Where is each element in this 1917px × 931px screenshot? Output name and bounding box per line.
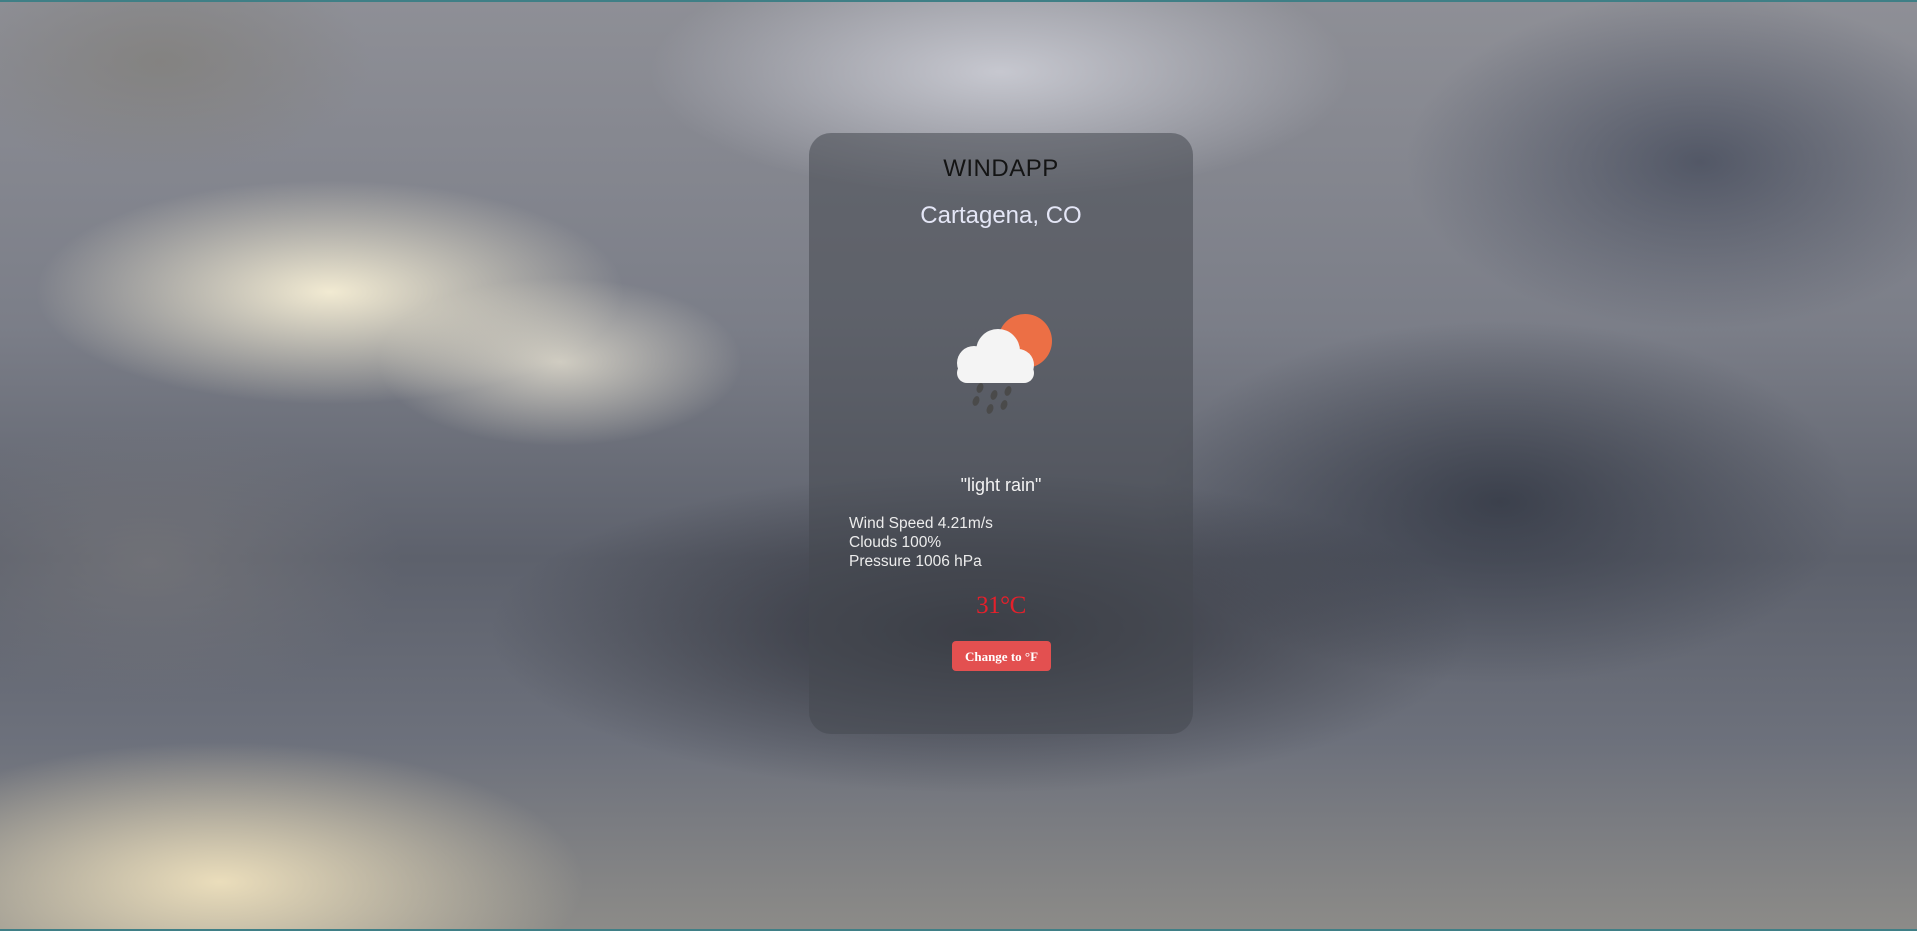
pressure: Pressure 1006 hPa <box>849 553 982 570</box>
city-name: Cartagena, CO <box>920 202 1082 229</box>
clouds: Clouds 100% <box>849 534 942 551</box>
weather-details: Wind Speed 4.21m/s Clouds 100% Pressure … <box>849 514 993 571</box>
weather-description: "light rain" <box>960 475 1042 495</box>
wind-speed: Wind Speed 4.21m/s <box>849 515 993 532</box>
cloud-sun-rain-icon <box>957 314 1052 414</box>
weather-card: WINDAPP Cartagena, CO "light rain" Wind … <box>809 133 1193 734</box>
temperature: 31°C <box>976 592 1026 619</box>
app-title: WINDAPP <box>943 155 1059 182</box>
change-unit-button[interactable]: Change to °F <box>952 641 1051 671</box>
